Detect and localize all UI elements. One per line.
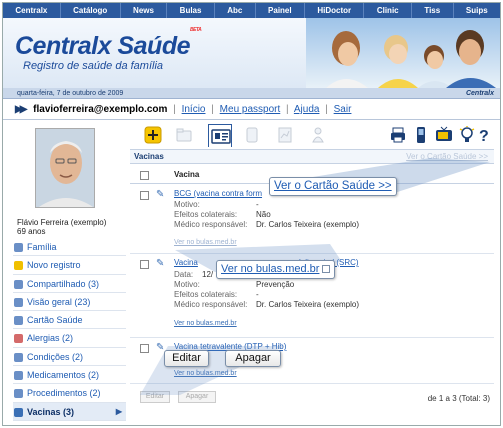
brand-logo[interactable]: Centralx SaúdeBETA <box>15 27 202 61</box>
sidebar-menu: Família Novo registro Compartilhado (3) … <box>13 238 126 421</box>
family-icon <box>14 243 23 252</box>
callout-bulas[interactable]: Ver no bulas.med.br <box>216 260 336 279</box>
overview-icon <box>14 297 23 307</box>
nav-tiss[interactable]: Tiss <box>412 3 454 18</box>
bulas-link[interactable]: Ver no bulas.med.br <box>174 320 237 327</box>
user-email: flavioferreira@exemplo.com <box>33 104 168 115</box>
field-row: Médico responsável: Dr. Carlos Teixeira (… <box>174 300 359 309</box>
row-checkbox[interactable] <box>140 260 149 269</box>
double-arrow-icon: ▶▶ <box>15 104 28 115</box>
row-checkbox[interactable] <box>140 191 149 200</box>
nav-bulas[interactable]: Bulas <box>167 3 215 18</box>
tip-icon[interactable] <box>458 126 478 144</box>
nav-catalogo[interactable]: Catálogo <box>61 3 121 18</box>
sidebar-item-medicamentos[interactable]: Medicamentos (2) <box>13 366 126 385</box>
header-banner: Centralx SaúdeBETA Registro de saúde da … <box>3 18 500 88</box>
bulas-link[interactable]: Ver no bulas.med.br <box>174 239 237 246</box>
external-link-icon <box>322 265 331 274</box>
table-footer: Editar Apagar de 1 a 3 (Total: 3) <box>130 386 494 408</box>
print-icon[interactable] <box>389 126 409 144</box>
sidebar-item-familia[interactable]: Família <box>13 238 126 257</box>
nav-painel[interactable]: Painel <box>256 3 305 18</box>
tv-icon[interactable] <box>435 126 455 144</box>
new-record-icon[interactable] <box>144 126 164 144</box>
pagination-info: de 1 a 3 (Total: 3) <box>427 394 490 403</box>
syringe-icon <box>14 407 23 417</box>
delete-button-disabled: Apagar <box>178 391 216 403</box>
brand-small: Centralx <box>465 90 494 97</box>
nav-abc[interactable]: Abc <box>215 3 256 18</box>
row-checkbox[interactable] <box>140 344 149 353</box>
nav-suips[interactable]: Suips <box>454 3 500 18</box>
mobile-icon[interactable] <box>412 126 432 144</box>
folder-icon[interactable] <box>175 126 195 144</box>
edit-button-disabled: Editar <box>140 391 170 403</box>
syringe-icon: ✎ <box>156 189 165 200</box>
nav-centralx[interactable]: Centralx <box>3 3 61 18</box>
field-row: Médico responsável: Dr. Carlos Teixeira (… <box>174 220 359 229</box>
field-row: Efeitos colaterais: Não <box>174 210 271 219</box>
field-row: Motivo: Prevenção <box>174 280 295 289</box>
field-row: Data: 12/ <box>174 270 214 279</box>
nav-clinic[interactable]: Clinic <box>364 3 412 18</box>
section-title: Vacinas <box>134 152 164 161</box>
select-all-checkbox[interactable] <box>140 171 149 180</box>
sidebar-item-procedimentos[interactable]: Procedimentos (2) <box>13 384 126 403</box>
date-bar: quarta-feira, 7 de outubro de 2009 Centr… <box>3 88 500 99</box>
link-ajuda[interactable]: Ajuda <box>294 104 320 115</box>
scalpel-icon <box>14 389 23 399</box>
toolbar: ? <box>130 121 500 149</box>
active-arrow-icon: ▶ <box>115 406 122 416</box>
person-icon[interactable] <box>309 126 329 144</box>
profile-age: 69 anos <box>17 227 46 236</box>
family-photo <box>306 18 500 88</box>
card-icon <box>14 316 23 326</box>
svg-text:?: ? <box>479 128 489 144</box>
user-bar: ▶▶ flavioferreira@exemplo.com | Início |… <box>3 100 500 120</box>
section-header: Vacinas Ver o Cartão Saúde >> <box>130 149 494 164</box>
cartao-saude-link[interactable]: Ver o Cartão Saúde >> <box>406 150 488 163</box>
share-icon <box>14 279 23 289</box>
left-sidebar: Flávio Ferreira (exemplo) 69 anos Famíli… <box>3 121 126 425</box>
pill-icon <box>14 371 23 381</box>
column-vacina: Vacina <box>174 170 200 179</box>
attachment-icon[interactable] <box>243 126 263 144</box>
link-sair[interactable]: Sair <box>334 104 352 115</box>
sidebar-item-condicoes[interactable]: Condições (2) <box>13 348 126 367</box>
bulas-link[interactable]: Ver no bulas.med.br <box>174 370 237 377</box>
sidebar-item-alergias[interactable]: Alergias (2) <box>13 329 126 348</box>
stethoscope-icon <box>14 352 23 362</box>
callout-cartao-saude[interactable]: Ver o Cartão Saúde >> <box>269 177 397 196</box>
sidebar-item-novo-registro[interactable]: Novo registro <box>13 256 126 275</box>
help-icon[interactable]: ? <box>476 126 496 145</box>
link-inicio[interactable]: Início <box>182 104 206 115</box>
chart-icon[interactable] <box>276 126 296 144</box>
syringe-icon: ✎ <box>156 258 165 269</box>
top-nav: Centralx Catálogo News Bulas Abc Painel … <box>3 3 500 18</box>
vaccine-title[interactable]: BCG (vacina contra form <box>174 189 262 198</box>
profile-name: Flávio Ferreira (exemplo) <box>17 218 107 227</box>
plus-icon <box>14 261 23 271</box>
nav-news[interactable]: News <box>121 3 168 18</box>
avatar <box>35 128 95 208</box>
sidebar-item-vacinas[interactable]: Vacinas (3) ▶ <box>13 402 126 421</box>
field-row: Efeitos colaterais: - <box>174 290 259 299</box>
field-row: Motivo: - <box>174 200 259 209</box>
card-view-icon[interactable] <box>208 124 232 147</box>
sidebar-item-visao-geral[interactable]: Visão geral (23) <box>13 293 126 312</box>
callout-delete-button[interactable]: Apagar <box>225 350 281 367</box>
callout-edit-button[interactable]: Editar <box>164 350 209 367</box>
allergy-icon <box>14 334 23 344</box>
sidebar-item-cartao-saude[interactable]: Cartão Saúde <box>13 311 126 330</box>
tagline: Registro de saúde da família <box>23 60 164 72</box>
link-meu-passport[interactable]: Meu passport <box>220 104 281 115</box>
nav-hidoctor[interactable]: HiDoctor <box>305 3 365 18</box>
sidebar-item-compartilhado[interactable]: Compartilhado (3) <box>13 275 126 293</box>
current-date: quarta-feira, 7 de outubro de 2009 <box>17 90 124 97</box>
